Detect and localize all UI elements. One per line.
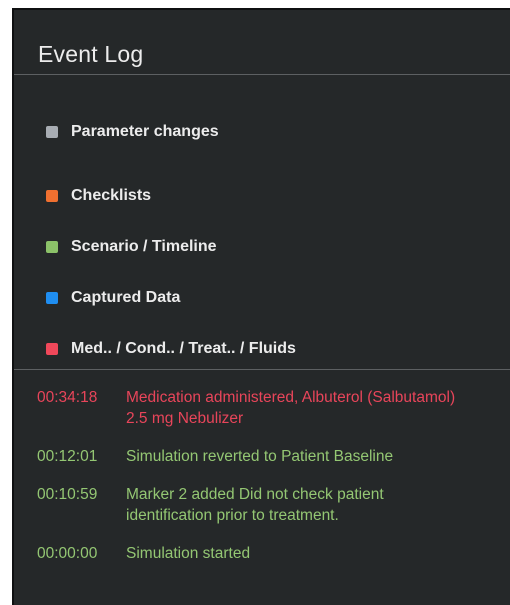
legend-label: Scenario / Timeline: [71, 237, 217, 255]
legend-label: Checklists: [71, 186, 152, 204]
legend-label: Med.. / Cond.. / Treat.. / Fluids: [71, 339, 296, 357]
legend-item-scenario-timeline: Scenario / Timeline: [46, 221, 296, 272]
log-entry[interactable]: 00:00:00 Simulation started: [37, 543, 456, 564]
log-entry[interactable]: 00:34:18 Medication administered, Albute…: [37, 387, 456, 429]
log-message: Medication administered, Albuterol (Salb…: [126, 389, 456, 427]
captured-data-swatch: [46, 291, 58, 304]
log-timestamp: 00:10:59: [37, 486, 98, 503]
legend-label: Captured Data: [71, 288, 181, 306]
legend-label: Parameter changes: [71, 122, 219, 140]
title-divider: [14, 74, 510, 75]
legend-item-med-cond-treat-fluids: Med.. / Cond.. / Treat.. / Fluids: [46, 323, 296, 374]
log-timestamp: 00:00:00: [37, 545, 98, 562]
log-entry[interactable]: 00:12:01 Simulation reverted to Patient …: [37, 446, 456, 467]
med-cond-treat-fluids-swatch: [46, 342, 58, 355]
log-divider: [14, 369, 510, 370]
legend-item-checklists: Checklists: [46, 170, 296, 221]
legend-item-parameter-changes: Parameter changes: [46, 119, 296, 144]
event-log-list: 00:34:18 Medication administered, Albute…: [37, 387, 456, 581]
log-message: Marker 2 added Did not check patient ide…: [126, 486, 384, 524]
parameter-changes-swatch: [46, 125, 58, 138]
legend-item-captured-data: Captured Data: [46, 272, 296, 323]
log-timestamp: 00:34:18: [37, 389, 98, 406]
panel-title: Event Log: [38, 41, 144, 67]
checklists-swatch: [46, 189, 58, 202]
log-timestamp: 00:12:01: [37, 448, 98, 465]
scenario-timeline-swatch: [46, 240, 58, 253]
log-message: Simulation reverted to Patient Baseline: [126, 448, 394, 465]
event-category-legend: Parameter changes Checklists Scenario / …: [46, 119, 296, 374]
log-message: Simulation started: [126, 545, 251, 562]
log-entry[interactable]: 00:10:59 Marker 2 added Did not check pa…: [37, 484, 456, 526]
event-log-panel: Event Log Parameter changes Checklists S…: [12, 8, 510, 605]
